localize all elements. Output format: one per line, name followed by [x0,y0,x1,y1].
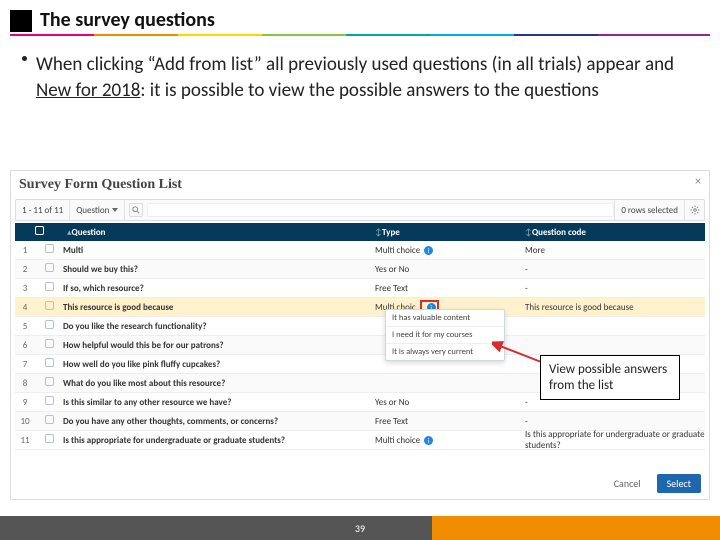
callout-box: View possible answers from the list [540,355,680,400]
table-row[interactable]: 5Do you like the research functionality? [15,317,705,336]
body-text: When clicking “Add from list” all previo… [36,52,690,103]
title-bullet [10,10,32,32]
chevron-down-icon [112,208,118,212]
row-checkbox[interactable] [45,377,54,386]
row-checkbox[interactable] [45,358,54,367]
page-number: 39 [355,522,365,535]
row-checkbox[interactable] [45,396,54,405]
select-button[interactable]: Select [657,474,701,493]
row-checkbox[interactable] [45,339,54,348]
rainbow-underline [10,34,710,36]
pager-label: 1 - 11 of 11 [16,200,70,220]
info-icon[interactable]: i [424,246,433,255]
info-icon[interactable]: i [424,436,433,445]
select-all-checkbox[interactable] [35,226,44,235]
row-checkbox[interactable] [45,282,54,291]
search-icon[interactable] [129,203,143,217]
table-row[interactable]: 2Should we buy this?Yes or No- [15,260,705,279]
row-checkbox[interactable] [45,320,54,329]
answers-popover: It has valuable content I need it for my… [385,309,505,361]
table-body: 1MultiMulti choiceiMore2Should we buy th… [15,241,705,450]
page-footer: 39 [0,516,720,540]
table-row[interactable]: 3If so, which resource?Free Text- [15,279,705,298]
screenshot-panel: Survey Form Question List × 1 - 11 of 11… [10,170,710,500]
column-selector[interactable]: Question [70,200,125,220]
row-checkbox[interactable] [45,415,54,424]
table-row[interactable]: 11Is this appropriate for undergraduate … [15,431,705,450]
row-checkbox[interactable] [45,434,54,443]
rows-selected-label: 0 rows selected [614,200,684,220]
row-checkbox[interactable] [45,301,54,310]
popover-item[interactable]: It has valuable content [386,310,504,327]
table-row[interactable]: 4This resource is good becauseMulti choi… [15,298,705,317]
row-checkbox[interactable] [45,263,54,272]
cancel-button[interactable]: Cancel [604,474,651,493]
table-row[interactable]: 6How helpful would this be for our patro… [15,336,705,355]
popover-item[interactable]: I need it for my courses [386,327,504,344]
toolbar: 1 - 11 of 11 Question 0 rows selected [15,199,705,221]
row-checkbox[interactable] [45,244,54,253]
search-input[interactable] [147,203,614,217]
popover-item[interactable]: It is always very current [386,344,504,360]
dialog-title: Survey Form Question List [19,177,182,193]
table-header: Question Type Question code [15,223,705,241]
page-title: The survey questions [40,8,215,32]
gear-icon[interactable] [684,200,704,220]
close-icon[interactable]: × [695,175,701,189]
table-row[interactable]: 1MultiMulti choiceiMore [15,241,705,260]
